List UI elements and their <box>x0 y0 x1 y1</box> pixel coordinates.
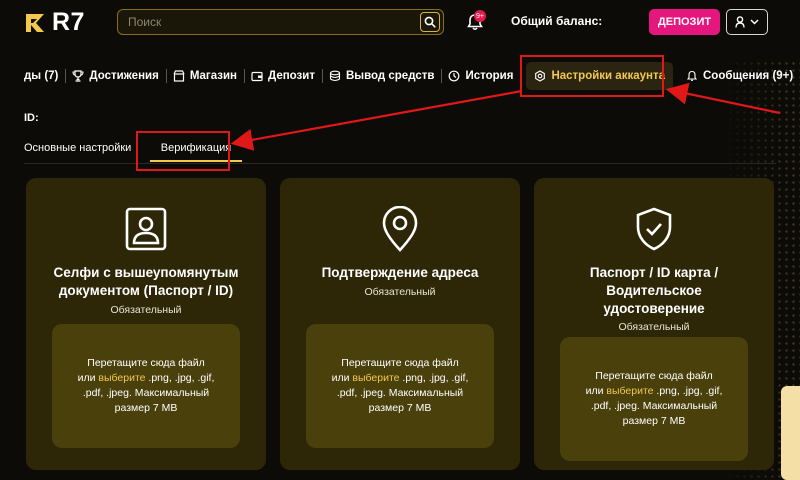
nav-item-deposit[interactable]: Депозит <box>244 62 322 90</box>
dropzone-text: Перетащите сюда файл <box>595 370 713 382</box>
nav-item-label: Сообщения (9+) <box>702 70 794 82</box>
card-required-label: Обязательный <box>110 304 182 316</box>
coins-icon <box>329 70 341 82</box>
file-dropzone[interactable]: Перетащите сюда файл или выберите .png, … <box>306 324 494 448</box>
dropzone-text: или <box>585 385 604 397</box>
clock-icon <box>449 70 460 82</box>
nav-item-label: Магазин <box>189 70 237 82</box>
verification-card-address: Подтверждение адреса Обязательный Перета… <box>280 178 520 470</box>
account-nav: ды (7) Достижения Магазин Депозит Вывод … <box>24 62 800 90</box>
nav-item-label: Депозит <box>268 70 315 82</box>
annotation-box-verification <box>136 131 230 171</box>
tab-basic-settings[interactable]: Основные настройки <box>24 136 150 164</box>
search-bar <box>117 9 444 35</box>
shield-check-icon <box>636 207 672 251</box>
choose-file-link[interactable]: выберите <box>606 385 653 397</box>
account-id-label: ID: <box>24 112 39 124</box>
choose-file-link[interactable]: выберите <box>98 372 145 384</box>
search-button[interactable] <box>420 12 440 32</box>
dropzone-text: или <box>77 372 96 384</box>
file-dropzone[interactable]: Перетащите сюда файл или выберите .png, … <box>560 337 748 461</box>
nav-item-achievements[interactable]: Достижения <box>65 62 165 90</box>
card-title: Селфи с вышеупомянутым документом (Паспо… <box>53 265 239 298</box>
side-quick-panel[interactable] <box>781 386 800 480</box>
user-menu-button[interactable] <box>726 9 768 35</box>
annotation-box-settings <box>520 55 664 97</box>
top-header: R7 9+ Общий баланс: ДЕПОЗИТ <box>0 0 800 44</box>
notifications-badge: 9+ <box>474 10 486 22</box>
nav-item-withdrawal[interactable]: Вывод средств <box>321 62 441 90</box>
choose-file-link[interactable]: выберите <box>352 372 399 384</box>
search-input[interactable] <box>118 10 420 34</box>
nav-item-bonuses[interactable]: ды (7) <box>24 62 65 90</box>
card-required-label: Обязательный <box>618 321 690 333</box>
nav-item-label: История <box>465 70 514 82</box>
logo[interactable]: R7 <box>24 8 85 37</box>
nav-item-store[interactable]: Магазин <box>165 62 244 90</box>
search-icon <box>424 16 436 28</box>
location-pin-icon <box>382 206 418 252</box>
verification-card-passport: Паспорт / ID карта / Водительское удосто… <box>534 178 774 470</box>
card-required-label: Обязательный <box>364 286 436 298</box>
logo-text: R7 <box>52 8 85 36</box>
nav-item-history[interactable]: История <box>441 62 520 90</box>
file-dropzone[interactable]: Перетащите сюда файл или выберите .png, … <box>52 324 240 448</box>
trophy-icon <box>72 70 84 82</box>
card-title: Паспорт / ID карта / Водительское удосто… <box>589 265 719 316</box>
nav-item-label: ды (7) <box>24 70 59 82</box>
card-title: Подтверждение адреса <box>321 265 479 280</box>
nav-item-messages[interactable]: Сообщения (9+) <box>679 62 800 90</box>
deposit-button[interactable]: ДЕПОЗИТ <box>649 9 720 35</box>
dropzone-text: или <box>331 372 350 384</box>
dropzone-text: Перетащите сюда файл <box>341 357 459 369</box>
wallet-icon <box>251 71 263 82</box>
logo-mark-icon <box>26 13 44 32</box>
nav-item-label: Достижения <box>89 70 159 82</box>
nav-item-label: Вывод средств <box>345 70 435 82</box>
chevron-down-icon <box>750 19 759 25</box>
store-icon <box>173 70 185 82</box>
user-icon <box>735 16 745 28</box>
dropzone-text: Перетащите сюда файл <box>87 357 205 369</box>
id-card-icon <box>125 207 167 251</box>
verification-card-selfie: Селфи с вышеупомянутым документом (Паспо… <box>26 178 266 470</box>
bell-icon <box>686 70 698 81</box>
total-balance-label: Общий баланс: <box>511 14 603 28</box>
